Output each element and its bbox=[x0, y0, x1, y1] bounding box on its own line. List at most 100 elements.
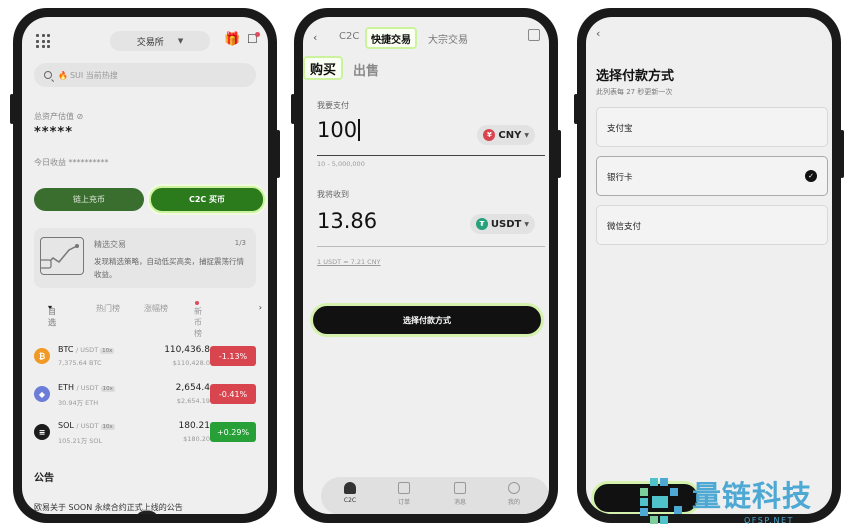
coin-volume: 105.21万 SOL bbox=[58, 437, 103, 445]
exchange-label: 交易所 bbox=[136, 37, 164, 48]
divider bbox=[317, 155, 545, 156]
tab-new[interactable]: 新币榜 bbox=[194, 301, 202, 338]
change-badge[interactable]: -1.13% bbox=[210, 346, 256, 366]
fire-icon: 🔥 bbox=[58, 70, 68, 80]
phone-frame-fast-trade: ‹ C2C 快捷交易 大宗交易 购买 出售 我要支付 100 ¥ CNY ▼ 1… bbox=[291, 8, 561, 523]
receive-amount: 13.86 bbox=[317, 209, 378, 233]
apps-grid-icon[interactable] bbox=[36, 34, 50, 48]
chevron-right-icon[interactable]: › bbox=[259, 303, 262, 312]
watermark-text: 量链科技 bbox=[692, 479, 813, 513]
btc-coin-icon: ₿ bbox=[34, 348, 50, 364]
back-icon[interactable]: ‹ bbox=[313, 31, 317, 44]
cny-icon: ¥ bbox=[483, 129, 496, 141]
usdt-icon: ₮ bbox=[475, 218, 488, 230]
today-earnings: 今日收益 ********** bbox=[34, 158, 109, 167]
chevron-down-icon: ▼ bbox=[524, 131, 529, 139]
eye-hidden-icon[interactable]: ⊘ bbox=[77, 112, 84, 121]
refresh-note: 此列表每 27 秒更新一次 bbox=[596, 88, 673, 96]
tab-bulk-trade[interactable]: 大宗交易 bbox=[428, 31, 468, 46]
bottom-nav: C2C 订单 消息 我的 bbox=[321, 477, 549, 514]
back-icon[interactable]: ‹ bbox=[596, 27, 600, 40]
pay-label: 我要支付 bbox=[317, 101, 349, 110]
tab-hot[interactable]: 热门榜 bbox=[96, 303, 120, 314]
check-icon: ✓ bbox=[805, 170, 817, 182]
watermark-logo-icon bbox=[640, 478, 682, 524]
coin-price: 180.21 bbox=[178, 421, 211, 431]
change-badge[interactable]: -0.41% bbox=[210, 384, 256, 404]
promo-card[interactable]: 精选交易 1/3 发现精选策略，自动低买高卖，捕捉震荡行情收益。 bbox=[34, 228, 256, 288]
user-icon bbox=[344, 482, 356, 494]
coin-volume: 7,375.64 BTC bbox=[58, 359, 102, 367]
coin-usd-price: $2,654.19 bbox=[176, 397, 210, 405]
nav-profile[interactable]: 我的 bbox=[499, 482, 529, 506]
change-badge[interactable]: +0.29% bbox=[210, 422, 256, 442]
option-bank-card[interactable]: 银行卡 ✓ bbox=[596, 156, 828, 196]
chart-illustration-icon bbox=[40, 237, 84, 275]
coin-symbol: ETH / USDT 10x bbox=[58, 383, 115, 392]
market-tabs: 自选 ▾ 热门榜 涨幅榜 新币榜 › bbox=[34, 300, 262, 338]
coin-symbol: BTC / USDT 10x bbox=[58, 345, 115, 354]
onchain-deposit-button[interactable]: 链上充币 bbox=[34, 188, 144, 211]
pay-range: 10 - 5,000,000 bbox=[317, 160, 365, 168]
coin-volume: 30.94万 ETH bbox=[58, 399, 99, 407]
coin-symbol: SOL / USDT 10x bbox=[58, 421, 115, 430]
search-icon bbox=[44, 71, 52, 79]
notification-dot bbox=[254, 32, 260, 37]
coin-usd-price: $110,428.0 bbox=[172, 359, 210, 367]
scan-icon[interactable] bbox=[528, 29, 540, 41]
nav-orders[interactable]: 订单 bbox=[389, 482, 419, 506]
divider bbox=[317, 246, 545, 247]
watermark: 量链科技 QFSP.NET bbox=[634, 472, 853, 532]
phone-frame-payment-method: ‹ 选择付款方式 此列表每 27 秒更新一次 支付宝 银行卡 ✓ 微信支付 bbox=[574, 8, 844, 523]
exchange-rate: 1 USDT ≈ 7.21 CNY bbox=[317, 258, 381, 266]
coin-price: 110,436.8 bbox=[164, 345, 210, 355]
nav-messages[interactable]: 消息 bbox=[445, 482, 475, 506]
coin-row-sol[interactable]: ≡ SOL / USDT 10x 105.21万 SOL 180.21 $180.… bbox=[34, 420, 264, 452]
coin-row-eth[interactable]: ◆ ETH / USDT 10x 30.94万 ETH 2,654.4 $2,65… bbox=[34, 382, 264, 414]
pay-amount-input[interactable]: 100 bbox=[317, 118, 360, 142]
buy-tab[interactable]: 购买 bbox=[303, 56, 343, 80]
chevron-down-icon: ▼ bbox=[524, 220, 529, 228]
eth-coin-icon: ◆ bbox=[34, 386, 50, 402]
phone-frame-home: 交易所 ▼ 🎁 ☐ 🔥 SUI 当前热搜 总资产估值 ⊘ ***** 今日收益 … bbox=[10, 8, 280, 523]
promo-text: 发现精选策略，自动低买高卖，捕捉震荡行情收益。 bbox=[94, 257, 244, 279]
coin-row-btc[interactable]: ₿ BTC / USDT 10x 7,375.64 BTC 110,436.8 $… bbox=[34, 344, 264, 376]
tab-c2c[interactable]: C2C bbox=[339, 31, 359, 42]
coin-price: 2,654.4 bbox=[175, 383, 210, 393]
gift-icon[interactable]: 🎁 bbox=[224, 32, 240, 47]
nav-c2c[interactable]: C2C bbox=[335, 482, 365, 504]
c2c-buy-button[interactable]: C2C 买币 bbox=[149, 186, 265, 213]
total-assets-value: ***** bbox=[34, 125, 73, 140]
select-payment-button[interactable]: 选择付款方式 bbox=[310, 303, 544, 337]
promo-title: 精选交易 bbox=[94, 240, 126, 249]
coin-usd-price: $180.20 bbox=[183, 435, 210, 443]
sol-coin-icon: ≡ bbox=[34, 424, 50, 440]
page-title: 选择付款方式 bbox=[596, 69, 675, 84]
sell-tab[interactable]: 出售 bbox=[353, 60, 379, 79]
tab-gainers[interactable]: 涨幅榜 bbox=[144, 303, 168, 314]
tab-watchlist[interactable]: 自选 ▾ bbox=[48, 303, 56, 327]
home-screen: 交易所 ▼ 🎁 ☐ 🔥 SUI 当前热搜 总资产估值 ⊘ ***** 今日收益 … bbox=[22, 17, 268, 514]
message-icon[interactable]: ☐ bbox=[247, 32, 260, 46]
total-assets-label: 总资产估值 ⊘ bbox=[34, 112, 84, 121]
promo-page-indicator: 1/3 bbox=[234, 239, 246, 247]
profile-icon bbox=[508, 482, 520, 494]
option-alipay[interactable]: 支付宝 bbox=[596, 107, 828, 147]
search-input[interactable]: 🔥 SUI 当前热搜 bbox=[34, 63, 256, 87]
receive-currency-select[interactable]: ₮ USDT ▼ bbox=[469, 214, 535, 234]
chat-icon bbox=[454, 482, 466, 494]
announcement-heading: 公告 bbox=[34, 473, 54, 484]
option-wechat-pay[interactable]: 微信支付 bbox=[596, 205, 828, 245]
chevron-down-icon: ▼ bbox=[177, 37, 184, 45]
watermark-url: QFSP.NET bbox=[744, 516, 794, 525]
tab-fast-trade[interactable]: 快捷交易 bbox=[365, 27, 417, 49]
search-placeholder: SUI 当前热搜 bbox=[69, 70, 118, 80]
announcement-item[interactable]: 欧易关于 SOON 永续合约正式上线的公告 bbox=[34, 502, 183, 513]
home-top-bar: 交易所 ▼ 🎁 ☐ bbox=[22, 29, 268, 55]
receive-label: 我将收到 bbox=[317, 190, 349, 199]
fast-trade-screen: ‹ C2C 快捷交易 大宗交易 购买 出售 我要支付 100 ¥ CNY ▼ 1… bbox=[303, 17, 549, 514]
pay-currency-select[interactable]: ¥ CNY ▼ bbox=[477, 125, 535, 145]
order-icon bbox=[398, 482, 410, 494]
exchange-switch[interactable]: 交易所 ▼ bbox=[110, 31, 210, 51]
payment-method-screen: ‹ 选择付款方式 此列表每 27 秒更新一次 支付宝 银行卡 ✓ 微信支付 bbox=[586, 17, 832, 514]
